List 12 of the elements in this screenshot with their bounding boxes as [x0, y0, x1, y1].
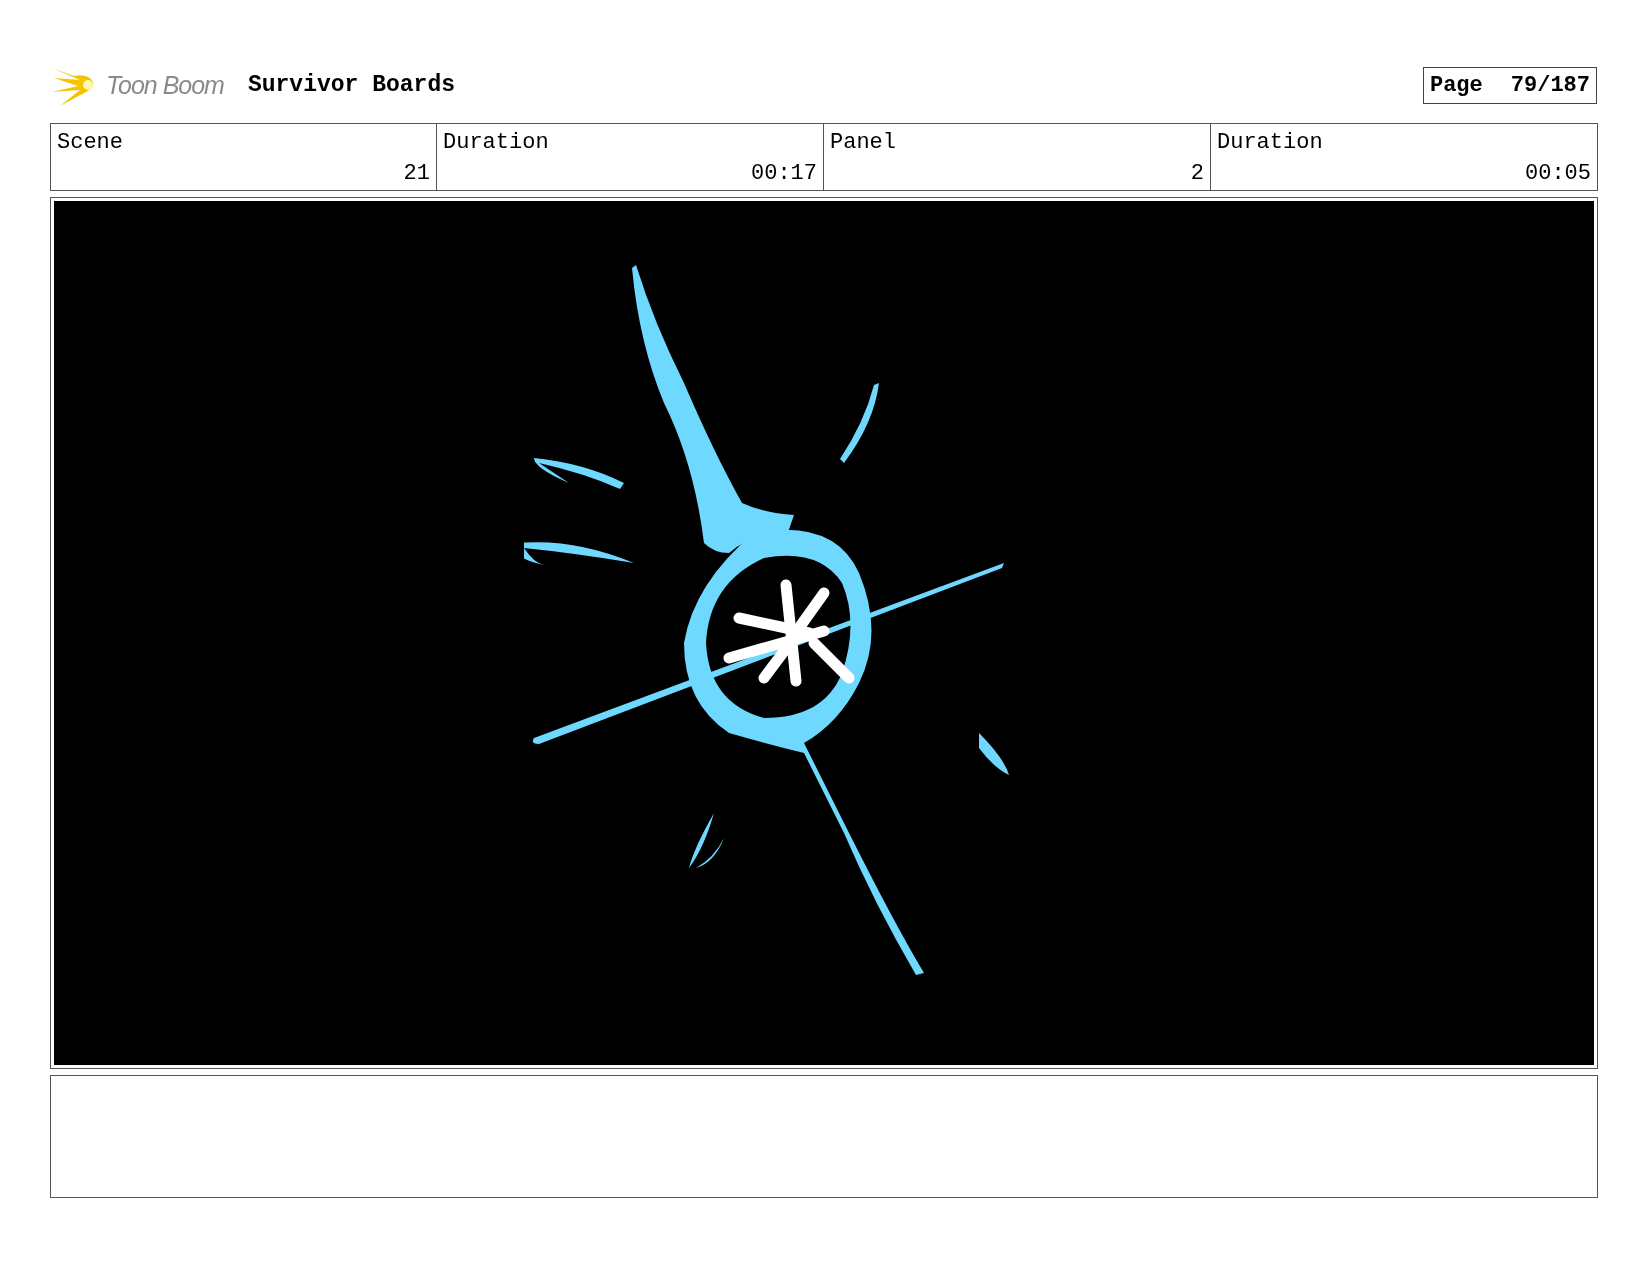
cell-label: Duration — [443, 130, 550, 155]
page-number: 79/187 — [1510, 72, 1590, 98]
cell-label: Scene — [57, 130, 124, 155]
cell-value: 21 — [402, 161, 430, 186]
page-label: Page — [1429, 72, 1483, 98]
project-title: Survivor Boards — [247, 72, 455, 98]
cell-value: 00:17 — [750, 161, 817, 186]
cell-value: 2 — [1189, 161, 1204, 186]
logo-text: Toon Boom — [106, 70, 224, 100]
cell-label: Panel — [830, 130, 897, 155]
cell-label: Duration — [1217, 130, 1324, 155]
cell-value: 00:05 — [1524, 161, 1591, 186]
